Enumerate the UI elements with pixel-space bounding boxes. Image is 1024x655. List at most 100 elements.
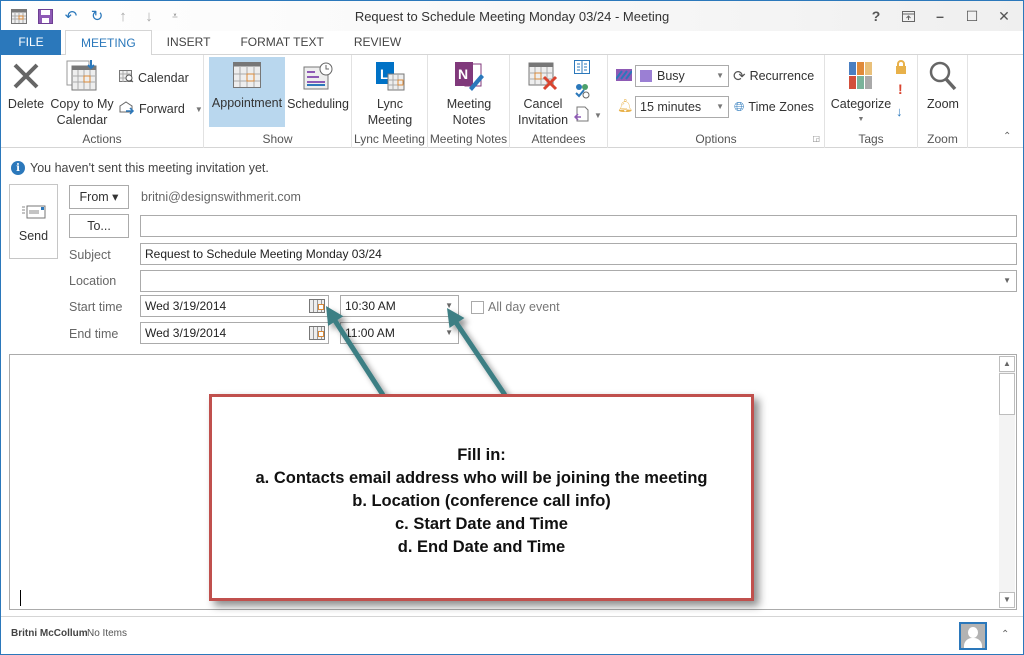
callout-line-b: b. Location (conference call info) — [352, 492, 611, 510]
end-time-label: End time — [69, 327, 119, 341]
tab-review[interactable]: REVIEW — [339, 30, 416, 55]
response-options-icon — [573, 106, 590, 125]
info-bar: i You haven't sent this meeting invitati… — [11, 161, 269, 175]
forward-icon — [119, 100, 135, 118]
scheduling-button[interactable]: Scheduling — [286, 58, 350, 112]
to-input[interactable] — [140, 215, 1017, 237]
start-date-input[interactable]: Wed 3/19/2014 — [140, 295, 329, 317]
group-label-attendees: Attendees — [531, 132, 586, 146]
lync-meeting-button[interactable]: L Lync Meeting — [360, 58, 420, 128]
delete-x-icon — [6, 58, 46, 94]
copy-calendar-icon — [48, 58, 116, 94]
end-date-input[interactable]: Wed 3/19/2014 — [140, 322, 329, 344]
high-importance-icon[interactable]: ! — [898, 81, 903, 97]
avatar[interactable] — [959, 622, 987, 650]
all-day-event-checkbox[interactable] — [471, 301, 484, 314]
tab-meeting[interactable]: MEETING — [65, 30, 152, 56]
group-label-lync: Lync Meeting — [354, 132, 425, 146]
group-label-show: Show — [262, 132, 293, 146]
calendar-button[interactable]: Calendar — [119, 68, 189, 88]
location-label: Location — [69, 274, 117, 288]
end-time-dropdown[interactable]: 11:00 AM ▼ — [340, 322, 459, 344]
ribbon-tabs: FILE MEETING INSERT FORMAT TEXT REVIEW — [1, 30, 1023, 56]
tab-insert[interactable]: INSERT — [152, 30, 226, 55]
recurrence-button[interactable]: ⟳ Recurrence — [733, 66, 814, 86]
categorize-button[interactable]: Categorize ▼ — [829, 58, 893, 128]
chevron-down-icon: ▼ — [194, 104, 203, 114]
group-label-actions: Actions — [82, 132, 122, 146]
close-button[interactable]: ✕ — [989, 5, 1019, 27]
start-time-label: Start time — [69, 300, 123, 314]
start-time-dropdown[interactable]: 10:30 AM ▼ — [340, 295, 459, 317]
group-label-notes: Meeting Notes — [429, 132, 508, 146]
lync-icon: L — [360, 58, 420, 94]
help-icon[interactable]: ? — [861, 5, 891, 27]
cancel-invitation-icon — [515, 58, 571, 94]
group-meeting-notes: N Meeting Notes Meeting Notes — [428, 55, 510, 148]
group-lync-meeting: L Lync Meeting Lync Meeting — [352, 55, 428, 148]
scrollbar-thumb[interactable] — [999, 373, 1015, 415]
group-label-tags: Tags — [858, 132, 884, 146]
time-zones-button[interactable]: 🌐︎ Time Zones — [734, 97, 814, 117]
chevron-down-icon: ▼ — [716, 71, 724, 80]
callout-line-d: d. End Date and Time — [397, 538, 566, 556]
check-names-button[interactable] — [574, 82, 590, 102]
tab-format-text[interactable]: FORMAT TEXT — [225, 30, 338, 55]
tab-file[interactable]: FILE — [1, 30, 61, 55]
callout-title: Fill in: — [457, 446, 506, 464]
info-icon: i — [11, 161, 25, 175]
scroll-down-icon[interactable]: ▼ — [999, 592, 1015, 608]
meeting-notes-button[interactable]: N Meeting Notes — [439, 58, 499, 128]
group-actions: Delete Copy to My Calendar Calendar Forw… — [1, 55, 204, 148]
send-button[interactable]: Send — [9, 184, 58, 259]
ribbon: Delete Copy to My Calendar Calendar Forw… — [1, 55, 1023, 148]
private-lock-icon[interactable] — [895, 60, 907, 77]
date-picker-icon[interactable] — [309, 299, 325, 313]
from-value: britni@designswithmerit.com — [141, 190, 301, 204]
chevron-down-icon: ▼ — [857, 116, 865, 123]
chevron-down-icon[interactable]: ▼ — [1003, 271, 1011, 291]
info-message: You haven't sent this meeting invitation… — [30, 161, 269, 175]
appointment-button[interactable]: Appointment — [209, 57, 285, 127]
title-bar: ↶ ↻ ↑ ↓ ⩡ Request to Schedule Meeting Mo… — [1, 1, 1023, 31]
vertical-scrollbar[interactable]: ▲ ▼ — [999, 356, 1015, 608]
status-user-name: Britni McCollum — [11, 628, 88, 639]
person-body-icon — [964, 638, 982, 648]
delete-button[interactable]: Delete — [6, 58, 46, 112]
response-options-button[interactable]: ▼ — [573, 105, 602, 125]
chevron-down-icon[interactable]: ▼ — [445, 296, 453, 316]
chevron-down-icon[interactable]: ▼ — [445, 323, 453, 343]
group-show: Appointment Scheduling Show — [204, 55, 352, 148]
group-options: Busy ▼ ⟳ Recurrence 🔔︎ 15 minutes ▼ 🌐︎ T… — [608, 55, 825, 148]
scroll-up-icon[interactable]: ▲ — [999, 356, 1015, 372]
maximize-button[interactable]: ☐ — [957, 5, 987, 27]
text-cursor — [20, 590, 21, 606]
cancel-invitation-button[interactable]: Cancel Invitation — [515, 58, 571, 128]
zoom-button[interactable]: Zoom — [921, 58, 965, 112]
location-input[interactable]: ▼ — [140, 270, 1017, 292]
magnifier-icon — [921, 58, 965, 94]
show-as-dropdown[interactable]: Busy ▼ — [635, 65, 729, 87]
scheduling-icon — [286, 58, 350, 94]
group-zoom: Zoom Zoom — [918, 55, 968, 148]
reminder-dropdown[interactable]: 15 minutes ▼ — [635, 96, 729, 118]
date-picker-icon[interactable] — [309, 326, 325, 340]
callout-line-c: c. Start Date and Time — [394, 515, 568, 533]
copy-to-my-calendar-button[interactable]: Copy to My Calendar — [48, 58, 116, 128]
forward-button[interactable]: Forward ▼ — [119, 99, 203, 119]
recurrence-icon: ⟳ — [733, 68, 746, 85]
collapse-ribbon-icon[interactable]: ⌃ — [1003, 131, 1011, 142]
address-book-button[interactable] — [574, 58, 590, 78]
to-button[interactable]: To... — [69, 214, 129, 238]
group-label-options: Options — [695, 132, 737, 146]
ribbon-display-options-icon[interactable] — [893, 5, 923, 27]
status-bar: Britni McCollum No Items ⌃ — [1, 616, 1023, 654]
chevron-down-icon: ▼ — [716, 102, 724, 111]
minimize-button[interactable]: – — [925, 5, 955, 27]
low-importance-icon[interactable]: ↓ — [896, 104, 903, 119]
status-items: No Items — [87, 628, 128, 639]
reminder-bell-icon: 🔔︎ — [617, 98, 634, 113]
subject-input[interactable]: Request to Schedule Meeting Monday 03/24 — [140, 243, 1017, 265]
from-button[interactable]: From ▾ — [69, 185, 129, 209]
expand-people-pane-icon[interactable]: ⌃ — [1001, 629, 1009, 640]
